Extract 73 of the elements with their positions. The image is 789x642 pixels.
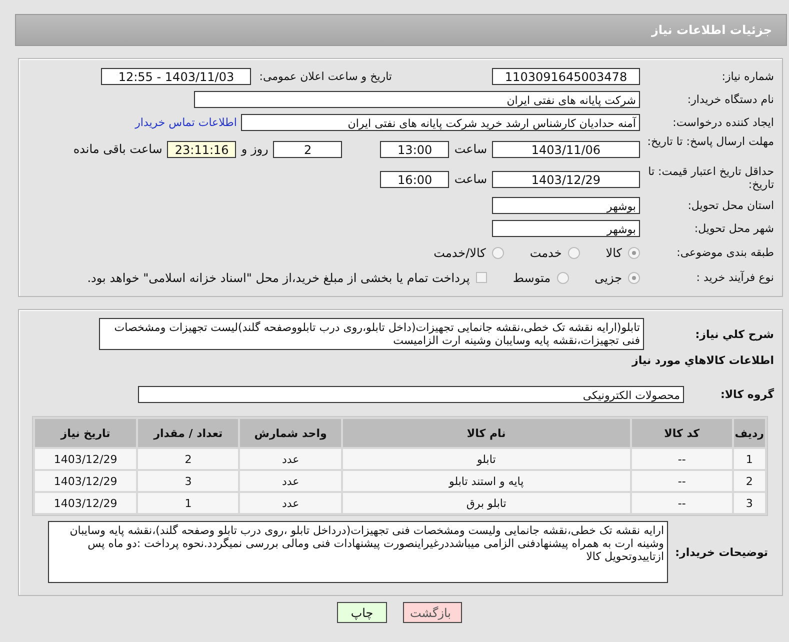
text-field[interactable]: 1103091645003478 [492, 68, 640, 85]
radio-button[interactable] [628, 246, 640, 258]
text-field[interactable]: 13:00 [380, 140, 450, 158]
radio-button[interactable] [556, 272, 569, 284]
text-field[interactable]: بوشهر [492, 197, 640, 214]
table-cell: -- [632, 493, 732, 513]
table-cell: پایه و استند تابلو [342, 471, 630, 491]
text-field[interactable]: بوشهر [492, 220, 640, 237]
table-cell: 2 [138, 449, 238, 469]
field-label: شهر محل تحویل: [693, 222, 774, 235]
table-cell: عدد [240, 449, 341, 469]
back-button[interactable]: بازگشت [403, 602, 462, 623]
field-label: استان محل تحویل: [686, 199, 774, 212]
section-heading: اطلاعات کالاهاي مورد نياز [630, 353, 775, 369]
column-header: ردیف [734, 419, 765, 447]
option-label: کالا [606, 246, 622, 260]
table-cell: عدد [240, 493, 341, 513]
text-field[interactable]: شرکت پایانه های نفتی ایران [194, 91, 640, 108]
column-header: کد کالا [632, 419, 732, 447]
table-cell: 1403/12/29 [35, 471, 136, 491]
table-cell: 2 [734, 471, 765, 491]
field-label: تاریخ و ساعت اعلان عمومی: [259, 70, 392, 83]
field-label: توضیحات خریدار: [674, 546, 768, 558]
table-cell: -- [632, 471, 732, 491]
field-label: شرح کلي نياز: [694, 327, 774, 341]
print-button[interactable]: چاپ [337, 602, 387, 623]
text-field[interactable]: 2 [273, 140, 342, 158]
column-header: واحد شمارش [240, 419, 341, 447]
table-cell: -- [632, 449, 732, 469]
text-field[interactable]: 1403/11/03 - 12:55 [101, 68, 252, 85]
table-cell: تابلو برق [342, 493, 630, 513]
radio-button[interactable] [628, 272, 640, 284]
field-label: ساعت باقی مانده [73, 142, 162, 156]
text-field[interactable]: محصولات الکترونیکی [138, 386, 684, 402]
page-title: جزئیات اطلاعات نیاز [651, 23, 772, 37]
text-field[interactable]: 16:00 [380, 170, 450, 188]
table-cell: 3 [734, 493, 765, 513]
text-field[interactable]: آمنه حدادیان کارشناس ارشد خرید شرکت پایانه های نفتی ایران [241, 114, 640, 131]
countdown-field[interactable]: 23:11:16 [167, 140, 236, 158]
notes-field[interactable]: ارایه نقشه تک خطی،نقشه جانمایی ولیست ومشخصات فنی تجهیزات(درداخل تابلو ،روی درب تابلو وصفحه گلند)،نقشه پایه وسایبان وشینه ارت به همراه پیشنهادفنی الزامی میباشددرغیراینصورت پیشنهادات فنی ومالی بررسی نمیگردد.نحوه پرداخت :دو ماه پس ازتاییدوتحویل کالا [48, 521, 668, 583]
column-header: نام کالا [342, 419, 630, 447]
option-label: جزیی [594, 270, 622, 284]
column-header: تاریخ نیاز [35, 419, 136, 447]
table-cell: تابلو [342, 449, 630, 469]
field-label: گروه کالا: [719, 388, 774, 400]
field-label: ساعت [454, 172, 487, 186]
field-label: حداقل تاریخ اعتبار قیمت: تا تاریخ: [647, 164, 774, 191]
text-field[interactable]: 1403/12/29 [492, 170, 640, 188]
option-label: کالا/خدمت [434, 246, 486, 260]
description-field[interactable]: تابلو(ارایه نقشه تک خطی،نقشه جانمایی تجهیزات(داخل تابلو،روی درب تابلووصفحه گلند)لیست تجهیزات ومشخصات فنی تجهیزات،نقشه پایه وسایبان وشینه ارت الزامیست [99, 318, 644, 350]
field-label: ایجاد کننده درخواست: [672, 116, 774, 129]
text-field[interactable]: 1403/11/06 [492, 140, 640, 158]
option-label: متوسط [512, 270, 551, 284]
checkbox[interactable] [476, 272, 487, 283]
radio-button[interactable] [568, 246, 580, 258]
field-label: مهلت ارسال پاسخ: تا تاریخ: [646, 134, 774, 148]
table-cell: 1403/12/29 [35, 449, 136, 469]
option-label: خدمت [530, 246, 562, 260]
field-label: نام دستگاه خریدار: [686, 93, 774, 106]
table-cell: 3 [138, 471, 238, 491]
table-cell: 1 [138, 493, 238, 513]
field-label: ساعت [454, 142, 487, 156]
field-label: نوع فرآیند خرید : [695, 271, 774, 284]
table-cell: 1403/12/29 [35, 493, 136, 513]
table-cell: عدد [240, 471, 341, 491]
contact-link[interactable]: اطلاعات تماس خریدار [135, 116, 237, 129]
field-label: طبقه بندی موضوعی: [676, 246, 774, 259]
table-cell: 1 [734, 449, 765, 469]
field-label: شماره نیاز: [720, 70, 774, 83]
field-label: روز و [241, 142, 268, 156]
radio-button[interactable] [492, 246, 504, 258]
column-header: تعداد / مقدار [138, 419, 238, 447]
option-label: پرداخت تمام یا بخشی از مبلغ خرید،از محل "اسناد خزانه اسلامی" خواهد بود. [87, 270, 470, 284]
